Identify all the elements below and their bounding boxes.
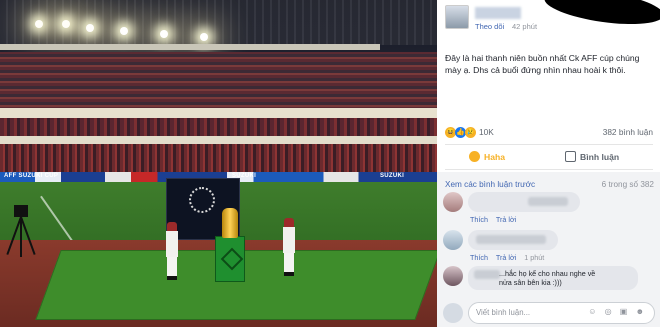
comment-icon: [565, 151, 576, 162]
comments-section: Xem các bình luận trước 6 trong số 382 T…: [437, 172, 660, 327]
aff-logo: [189, 187, 215, 213]
upper-stand-crowd: [0, 52, 437, 110]
floodlight: [35, 20, 43, 28]
haha-label: Haha: [484, 152, 506, 162]
floodlight: [200, 33, 208, 41]
action-bar: Haha Bình luận: [445, 144, 653, 170]
reply-link[interactable]: Trả lời: [496, 253, 516, 262]
post-header: Theo dõi 42 phút: [445, 5, 660, 33]
reactions-bar[interactable]: 😆 👍 😢 10K 382 bình luận: [445, 126, 653, 140]
lower-stand-crowd: [0, 144, 437, 172]
reaction-count[interactable]: 10K: [479, 127, 494, 137]
comment-text: ...hắc họ kể cho nhau nghe về nửa sân bê…: [499, 269, 596, 287]
comment-placeholder: Viết bình luận...: [476, 308, 531, 317]
blurred-text: [476, 235, 546, 244]
write-comment-row: Viết bình luận... ☺ ◎ ▣ ☻: [443, 302, 655, 324]
post-time[interactable]: 42 phút: [512, 22, 537, 31]
follow-link[interactable]: Theo dõi: [475, 22, 504, 31]
blurred-text: [528, 197, 568, 206]
stand-divider: [0, 136, 437, 144]
commenter-avatar[interactable]: [443, 192, 463, 212]
comments-count-label: 6 trong số 382: [601, 180, 654, 189]
trophy-icon: [222, 208, 238, 238]
honor-guard-right: [283, 218, 295, 276]
like-link[interactable]: Thích: [470, 253, 488, 262]
floodlight: [120, 27, 128, 35]
comment-item: Thích Trả lời 1 phút: [443, 230, 655, 266]
board-text: SUZUKI: [380, 173, 405, 179]
roof-beam: [0, 44, 380, 50]
tripod-camera-icon: [6, 205, 36, 257]
trophy-pedestal: [215, 236, 245, 282]
author-name-blurred[interactable]: [475, 7, 521, 19]
current-user-avatar: [443, 303, 463, 323]
comment-actions: Thích Trả lời: [470, 215, 522, 224]
comment-item: ...hắc họ kể cho nhau nghe về nửa sân bê…: [443, 266, 655, 302]
comment-bubble: [468, 230, 558, 250]
comment-panel: Theo dõi 42 phút Đây là hai thanh niên b…: [437, 0, 660, 327]
comment-bubble: [468, 192, 580, 212]
like-link[interactable]: Thích: [470, 215, 488, 224]
comment-button[interactable]: Bình luận: [565, 151, 619, 162]
commenter-avatar[interactable]: [443, 230, 463, 250]
view-previous-comments-link[interactable]: Xem các bình luận trước: [445, 180, 535, 189]
board-text: AFF SUZUKI CUP: [4, 173, 59, 179]
floodlight: [160, 30, 168, 38]
haha-icon: [469, 151, 480, 162]
middle-stand-crowd: [0, 118, 437, 136]
blurred-name: [474, 270, 500, 279]
post-text: Đây là hai thanh niên buồn nhất Ck AFF c…: [445, 53, 640, 75]
reply-link[interactable]: Trả lời: [496, 215, 516, 224]
comment-count[interactable]: 382 bình luận: [603, 127, 653, 137]
comment-actions: Thích Trả lời 1 phút: [470, 253, 550, 262]
commenter-avatar[interactable]: [443, 266, 463, 286]
haha-button[interactable]: Haha: [469, 151, 505, 162]
floodlight: [62, 20, 70, 28]
comment-item: Thích Trả lời: [443, 192, 655, 228]
author-avatar[interactable]: [445, 5, 469, 29]
comment-input-icons[interactable]: ☺ ◎ ▣ ☻: [588, 307, 647, 316]
comment-label: Bình luận: [580, 152, 620, 162]
facebook-photo-viewer: AFF SUZUKI CUP SUZUKI SUZUKI Theo dõi 42…: [0, 0, 660, 327]
comment-time: 1 phút: [524, 253, 545, 262]
stand-divider: [0, 108, 437, 118]
floodlight: [86, 24, 94, 32]
sad-icon: 😢: [465, 127, 476, 138]
honor-guard-left: [166, 222, 178, 280]
post-photo[interactable]: AFF SUZUKI CUP SUZUKI SUZUKI: [0, 0, 437, 327]
